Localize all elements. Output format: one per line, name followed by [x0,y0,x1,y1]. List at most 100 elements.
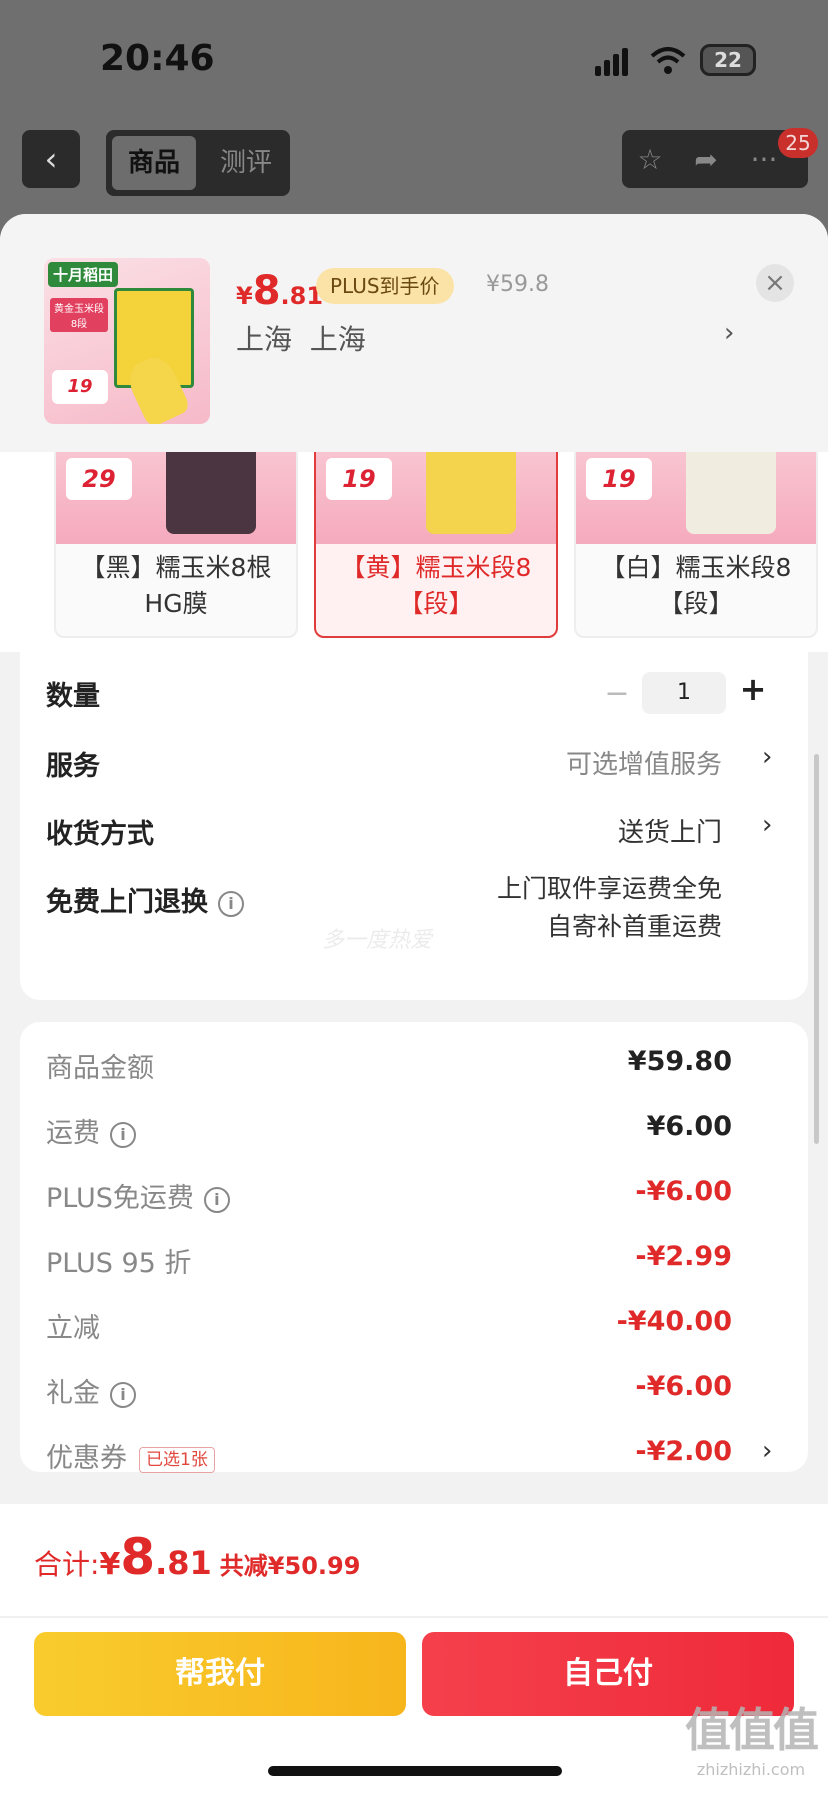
variant-image: 19 [316,444,556,544]
variant-price-tag: 19 [326,458,392,500]
site-watermark: 值值值 zhizhizhi.com [676,1694,826,1779]
info-icon[interactable]: i [203,1186,230,1213]
quantity-label: 数量 [46,681,100,712]
chevron-right-icon[interactable]: › [762,742,772,772]
tab-review[interactable]: 测评 [204,136,288,190]
coupon-row[interactable]: 优惠券 已选1张 -¥2.00 › [20,1436,808,1476]
status-time: 20:46 [100,38,215,79]
price-symbol: ¥ [236,282,253,310]
summary-label-text: 优惠券 [46,1443,127,1474]
share-icon[interactable]: ➦ [686,140,726,180]
info-icon[interactable]: i [110,1121,136,1148]
return-line-1: 上门取件享运费全免 [496,874,722,903]
tab-product[interactable]: 商品 [112,136,196,190]
free-return-label: 免费上门退换 i [46,880,244,919]
star-icon[interactable]: ☆ [630,140,670,180]
summary-label: PLUS 95 折 [46,1248,192,1279]
delivery-label: 收货方式 [46,819,154,850]
summary-row: 立减 -¥40.00 [20,1306,808,1346]
back-button[interactable]: ‹ [22,130,80,188]
summary-value: ¥6.00 [646,1111,732,1142]
total-symbol: ¥ [99,1547,121,1582]
battery-icon: 22 [700,44,756,76]
site-watermark-url: zhizhizhi.com [696,1760,806,1779]
summary-label: 礼金 i [46,1371,136,1410]
summary-label: 运费 i [46,1111,136,1150]
quantity-decrease-button[interactable]: − [602,676,632,716]
total-label: 合计: [34,1548,100,1581]
thumbnail-brand: 十月稻田 [48,262,119,287]
quantity-increase-button[interactable]: + [738,670,768,710]
help-me-pay-button[interactable]: 帮我付 [34,1632,406,1716]
delivery-address[interactable]: 上海 上海 [236,318,366,358]
background-tabs: 商品 测评 [106,130,290,196]
thumbnail-promo: 黄金玉米段8段 [50,298,108,332]
variant-card-white[interactable]: 19 【白】糯玉米段8【段】 [574,442,818,638]
watermark: 多一度热爱 [322,928,433,953]
summary-value: -¥2.00 [635,1436,732,1467]
cellular-signal-icon [595,48,629,76]
close-icon: × [764,268,786,298]
black-corn-image [166,444,256,534]
options-card: 数量 − 1 + 服务 可选增值服务 › 收货方式 送货上门 › 免费上门退换 i… [20,652,808,1000]
price-summary-card: 商品金额 ¥59.80 运费 i ¥6.00 PLUS免运费 i -¥6.00 PL… [20,1022,808,1474]
variant-label: 【白】糯玉米段8【段】 [600,553,792,618]
product-thumbnail[interactable]: 十月稻田 黄金玉米段8段 19 [44,258,210,424]
summary-row: 礼金 i -¥6.00 [20,1371,808,1411]
chevron-right-icon[interactable]: › [762,810,772,840]
total-integer: 8 [120,1528,156,1586]
variant-label: 【黄】糯玉米段8【段】 [340,553,532,618]
summary-value: -¥6.00 [635,1371,732,1402]
info-icon[interactable]: i [110,1381,136,1408]
variant-card-yellow[interactable]: 19 【黄】糯玉米段8【段】 [314,442,558,638]
summary-label: 立减 [46,1313,100,1344]
site-watermark-logo: 值值值 [685,1703,819,1757]
total-decimal: .81 [155,1544,212,1582]
summary-label-text: 礼金 [46,1378,100,1409]
close-button[interactable]: × [756,264,794,302]
service-value[interactable]: 可选增值服务 [566,744,722,781]
return-line-2: 自寄补首重运费 [546,912,722,941]
summary-label-text: PLUS免运费 [46,1183,194,1214]
summary-label-text: 运费 [46,1118,100,1149]
chevron-right-icon[interactable]: › [762,1436,772,1466]
variant-card-black[interactable]: 29 【黑】糯玉米8根HG膜 [54,442,298,638]
quantity-input[interactable]: 1 [642,672,726,714]
scrollbar[interactable] [814,754,819,1144]
summary-value: -¥2.99 [635,1241,732,1272]
yellow-corn-image [426,444,516,534]
summary-value: -¥6.00 [635,1176,732,1207]
summary-label: PLUS免运费 i [46,1176,230,1215]
summary-label: 优惠券 已选1张 [46,1436,215,1475]
summary-row: 商品金额 ¥59.80 [20,1046,808,1086]
summary-value: ¥59.80 [627,1046,732,1077]
original-price: ¥59.8 [486,272,549,297]
price-integer: 8 [252,268,281,314]
variant-image: 19 [576,444,816,544]
info-icon[interactable]: i [218,890,244,917]
summary-row: 运费 i ¥6.00 [20,1111,808,1151]
variant-list: 29 【黑】糯玉米8根HG膜 19 【黄】糯玉米段8【段】 19 【白】糯玉米段… [0,442,828,652]
summary-label: 商品金额 [46,1053,154,1084]
total-price: 合计:¥8.81 共减¥50.99 [34,1528,360,1586]
white-corn-image [686,444,776,534]
chevron-left-icon: ‹ [44,140,58,178]
variant-label: 【黑】糯玉米8根HG膜 [80,553,272,618]
current-price: ¥8.81 [236,268,323,314]
sheet-header: 十月稻田 黄金玉米段8段 19 ¥8.81 PLUS到手价 ¥59.8 × 上海… [0,214,828,452]
checkout-footer: 合计:¥8.81 共减¥50.99 帮我付 自己付 值值值 zhizhizhi.c… [0,1504,828,1796]
home-indicator[interactable] [268,1766,562,1776]
variant-image: 29 [56,444,296,544]
delivery-value[interactable]: 送货上门 [618,812,722,849]
message-badge: 25 [778,128,818,158]
status-bar: 20:46 22 [0,0,828,120]
plus-price-tag: PLUS到手价 [316,268,454,304]
summary-row: PLUS 95 折 -¥2.99 [20,1241,808,1281]
free-return-value: 上门取件享运费全免 自寄补首重运费 [497,870,722,946]
variant-price-tag: 29 [66,458,132,500]
total-discount: 共减¥50.99 [219,1552,361,1580]
sku-bottom-sheet: 十月稻田 黄金玉米段8段 19 ¥8.81 PLUS到手价 ¥59.8 × 上海… [0,214,828,1796]
divider [0,1616,828,1618]
free-return-text: 免费上门退换 [46,887,208,918]
chevron-right-icon[interactable]: › [724,318,734,348]
